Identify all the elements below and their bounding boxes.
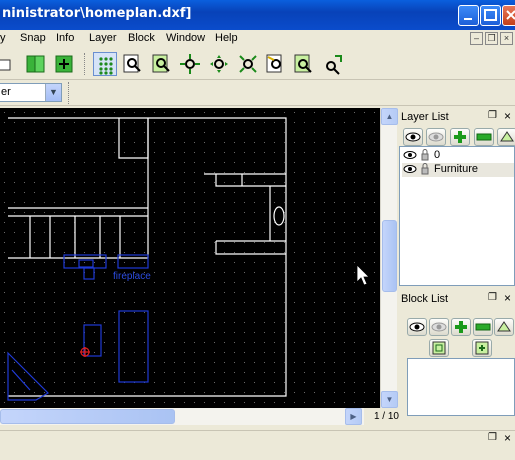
scroll-down-icon[interactable]: ▼ xyxy=(381,391,398,408)
open-icon[interactable] xyxy=(24,52,48,76)
bottom-dock-header: ❐ × xyxy=(0,430,515,446)
undock-icon[interactable]: ❐ xyxy=(488,292,497,303)
edit-block-button[interactable] xyxy=(494,318,514,336)
zoom-auto-icon[interactable] xyxy=(236,52,260,76)
eye-icon[interactable] xyxy=(402,149,432,162)
layer-list-title: Layer List xyxy=(401,111,449,123)
hide-all-blocks-button[interactable] xyxy=(429,318,449,336)
layer-row[interactable]: 0 xyxy=(402,149,514,163)
chevron-down-icon[interactable]: ▼ xyxy=(45,84,61,101)
add-layer-button[interactable] xyxy=(450,128,470,146)
layer-name: 0 xyxy=(434,149,441,161)
zoom-window-icon[interactable] xyxy=(150,52,174,76)
undock-icon[interactable]: ❐ xyxy=(488,432,497,443)
mdi-restore-button[interactable]: ❐ xyxy=(485,32,498,45)
scroll-up-icon[interactable]: ▲ xyxy=(381,108,398,125)
horizontal-scroll-thumb[interactable] xyxy=(0,409,175,424)
new-layer-icon[interactable] xyxy=(52,52,76,76)
vertical-scroll-thumb[interactable] xyxy=(382,220,397,292)
page-status: 1 / 10 xyxy=(373,411,399,422)
menu-window[interactable]: Window xyxy=(166,32,205,44)
menu-snap[interactable]: Snap xyxy=(20,32,46,44)
close-button[interactable] xyxy=(502,5,515,26)
menu-view[interactable]: y xyxy=(0,32,6,44)
scroll-right-icon[interactable]: ▶ xyxy=(345,408,362,425)
zoom-icon[interactable] xyxy=(121,52,145,76)
layer-toolbar: er ▼ xyxy=(0,80,515,106)
mdi-minimize-button[interactable]: – xyxy=(470,32,483,45)
drawing-canvas[interactable]: fireplace xyxy=(0,108,380,408)
insert-block-button[interactable] xyxy=(429,339,449,357)
close-icon[interactable]: × xyxy=(504,291,511,305)
toolbar-grip xyxy=(68,82,71,104)
block-list-header: Block List ❐ × xyxy=(399,291,515,307)
layer-select[interactable]: er ▼ xyxy=(0,83,62,102)
show-all-blocks-button[interactable] xyxy=(407,318,427,336)
bottom-dock xyxy=(0,446,515,460)
zoom-pan-icon[interactable] xyxy=(321,52,345,76)
floor-plan xyxy=(0,108,380,408)
layer-list[interactable]: 0 Furniture xyxy=(399,146,515,286)
layer-name: Furniture xyxy=(434,163,479,175)
menu-bar: y Snap Info Layer Block Window Help – ❐ … xyxy=(0,30,515,48)
undock-icon[interactable]: ❐ xyxy=(488,110,497,121)
minimize-button[interactable] xyxy=(458,5,479,26)
mdi-close-button[interactable]: × xyxy=(500,32,513,45)
new-icon[interactable] xyxy=(0,52,18,76)
close-icon[interactable]: × xyxy=(504,431,511,445)
hide-all-layers-button[interactable] xyxy=(426,128,446,146)
main-toolbar xyxy=(0,48,515,80)
maximize-button[interactable] xyxy=(480,5,501,26)
zoom-select-icon[interactable] xyxy=(292,52,316,76)
title-bar: ninistrator\homeplan.dxf] xyxy=(0,0,515,30)
layer-row-selected[interactable]: Furniture xyxy=(402,163,514,177)
menu-layer[interactable]: Layer xyxy=(89,32,117,44)
eye-icon[interactable] xyxy=(402,163,432,176)
block-list[interactable] xyxy=(407,358,515,416)
remove-block-button[interactable] xyxy=(473,318,493,336)
remove-layer-button[interactable] xyxy=(474,128,494,146)
block-list-title: Block List xyxy=(401,293,449,305)
toolbar-grip xyxy=(84,53,87,75)
window-title: ninistrator\homeplan.dxf] xyxy=(2,6,192,21)
zoom-previous-icon[interactable] xyxy=(264,52,288,76)
zoom-in-icon[interactable] xyxy=(178,52,202,76)
add-block-button[interactable] xyxy=(451,318,471,336)
grid-icon[interactable] xyxy=(93,52,117,76)
create-block-button[interactable] xyxy=(472,339,492,357)
vertical-scrollbar[interactable]: ▲ ▼ xyxy=(380,108,398,408)
menu-help[interactable]: Help xyxy=(215,32,238,44)
zoom-out-icon[interactable] xyxy=(207,52,231,76)
menu-block[interactable]: Block xyxy=(128,32,155,44)
fireplace-label: fireplace xyxy=(113,271,151,282)
close-icon[interactable]: × xyxy=(504,109,511,123)
show-all-layers-button[interactable] xyxy=(403,128,423,146)
horizontal-scrollbar[interactable]: ▶ xyxy=(0,408,364,425)
layer-list-header: Layer List ❐ × xyxy=(399,109,515,125)
edit-layer-button[interactable] xyxy=(497,128,515,146)
menu-info[interactable]: Info xyxy=(56,32,74,44)
layer-select-value: er xyxy=(1,86,11,98)
